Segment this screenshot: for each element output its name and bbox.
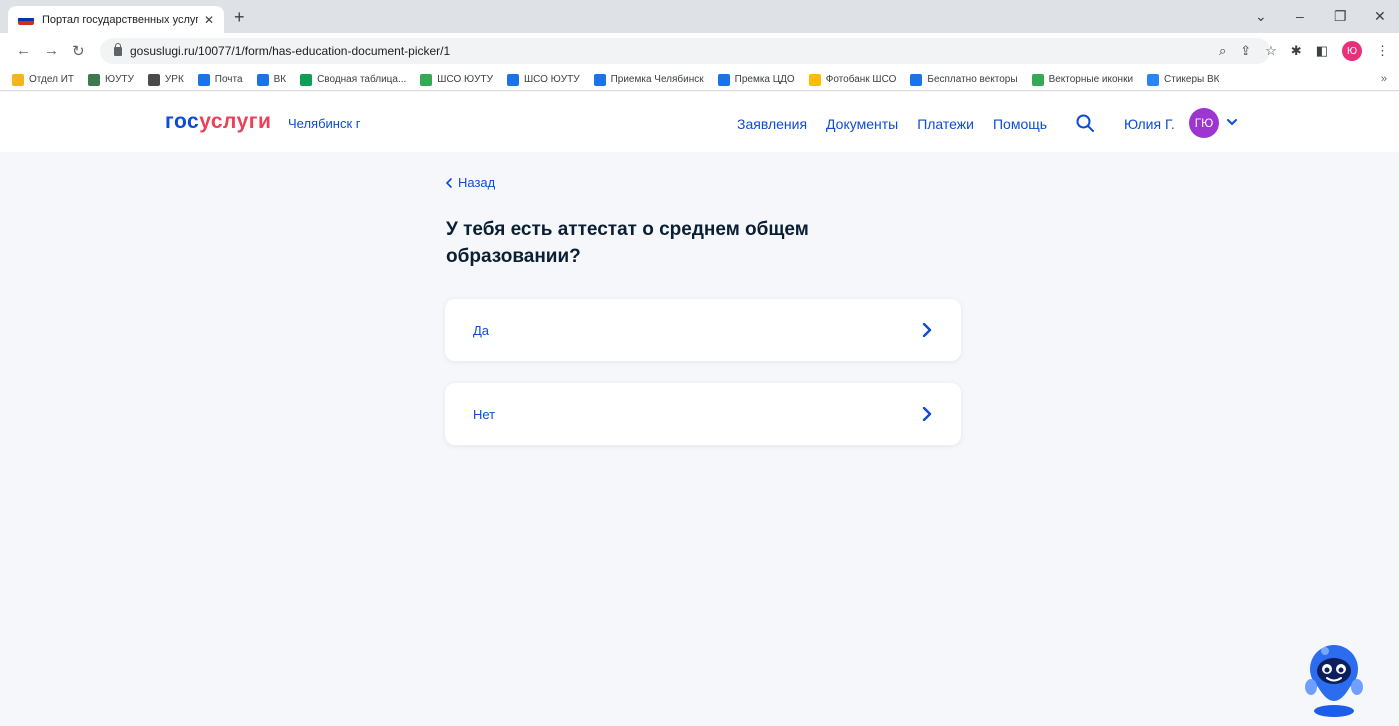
option-label: Нет: [473, 406, 496, 422]
user-avatar[interactable]: ГЮ: [1189, 108, 1219, 138]
minimize-icon[interactable]: –: [1296, 8, 1304, 24]
bookmark-icon: [197, 73, 210, 86]
forward-arrow-icon[interactable]: →: [44, 42, 59, 59]
top-nav: Заявления Документы Платежи Помощь: [737, 116, 1047, 132]
bookmark-item[interactable]: ВК: [256, 73, 287, 86]
bookmark-icon: [147, 73, 160, 86]
logo-part-2: услуги: [199, 110, 272, 133]
bookmark-label: Отдел ИТ: [29, 74, 74, 85]
restore-icon[interactable]: ❐: [1334, 8, 1347, 25]
bookmark-icon: [1031, 73, 1044, 86]
bookmark-icon: [506, 73, 519, 86]
lock-icon: [114, 42, 122, 56]
reload-icon[interactable]: ↻: [72, 42, 85, 60]
option-label: Да: [473, 322, 490, 338]
bookmark-icon: [910, 73, 923, 86]
bookmarks-overflow-icon[interactable]: »: [1381, 73, 1387, 85]
site-header: госуслуги Челябинск г Заявления Документ…: [0, 92, 1399, 152]
bookmark-icon: [717, 73, 730, 86]
nav-documents[interactable]: Документы: [826, 116, 898, 132]
address-bar[interactable]: gosuslugi.ru/10077/1/form/has-education-…: [100, 38, 1270, 64]
bookmark-label: Векторные иконки: [1048, 74, 1134, 85]
back-label: Назад: [458, 175, 496, 190]
bookmark-label: Фотобанк ШСО: [825, 74, 897, 85]
chevron-right-icon: [922, 323, 932, 337]
bookmark-item[interactable]: Сводная таблица...: [300, 73, 407, 86]
bookmark-label: Премка ЦДО: [734, 74, 795, 85]
bookmark-item[interactable]: Почта: [197, 73, 243, 86]
bookmark-item[interactable]: ШСО ЮУТУ: [420, 73, 493, 86]
search-icon[interactable]: [1076, 114, 1094, 132]
bookmark-icon: [12, 73, 24, 86]
bookmark-label: ЮУТУ: [105, 74, 134, 85]
side-panel-icon[interactable]: ◧: [1316, 43, 1328, 59]
tab-title: Портал государственных услуг: [42, 13, 198, 26]
gosuslugi-logo[interactable]: госуслуги: [165, 110, 271, 134]
bookmark-item[interactable]: Премка ЦДО: [717, 73, 795, 86]
browser-tabstrip: Портал государственных услуг ✕ + ⌄ – ❐ ✕: [0, 0, 1399, 33]
bookmark-icon: [593, 73, 606, 86]
bookmark-icon: [1147, 73, 1160, 86]
nav-help[interactable]: Помощь: [993, 116, 1047, 132]
bookmark-item[interactable]: Фотобанк ШСО: [808, 73, 897, 86]
russia-flag-icon: [18, 14, 34, 25]
nav-payments[interactable]: Платежи: [917, 116, 974, 132]
back-arrow-icon[interactable]: ←: [16, 42, 31, 59]
bookmark-icon: [808, 73, 821, 86]
bookmark-item[interactable]: Бесплатно векторы: [910, 73, 1018, 86]
close-window-icon[interactable]: ✕: [1374, 8, 1386, 25]
profile-avatar[interactable]: Ю: [1342, 41, 1362, 61]
share-icon[interactable]: ⇪: [1240, 43, 1251, 59]
chevron-down-icon[interactable]: [1226, 116, 1238, 128]
browser-toolbar: ← → ↻ gosuslugi.ru/10077/1/form/has-educ…: [0, 33, 1399, 69]
bookmark-icon: [88, 73, 100, 86]
extensions-puzzle-icon[interactable]: ✱: [1291, 43, 1302, 59]
bookmark-item[interactable]: ЮУТУ: [88, 73, 134, 86]
bookmark-item[interactable]: Приемка Челябинск: [593, 73, 704, 86]
bookmark-label: ВК: [273, 74, 287, 85]
menu-dots-icon[interactable]: ⋮: [1376, 43, 1389, 59]
extension-area: ⌕ ⇪ ☆ ✱ ◧ Ю ⋮: [1219, 41, 1389, 61]
bookmark-label: ШСО ЮУТУ: [437, 74, 493, 85]
bookmark-label: Стикеры ВК: [1164, 74, 1220, 85]
user-name[interactable]: Юлия Г.: [1124, 116, 1175, 132]
bookmark-label: ШСО ЮУТУ: [523, 74, 580, 85]
bookmarks-bar: Отдел ИТ ЮУТУ УРК Почта ВК Сводная таблица...…: [0, 69, 1399, 91]
bookmark-icon: [420, 73, 433, 86]
option-no[interactable]: Нет: [445, 383, 961, 445]
bookmark-label: Сводная таблица...: [317, 74, 407, 85]
close-tab-icon[interactable]: ✕: [204, 13, 214, 27]
bookmark-item[interactable]: Стикеры ВК: [1147, 73, 1220, 86]
logo-part-1: гос: [165, 110, 200, 133]
bookmark-item[interactable]: ШСО ЮУТУ: [506, 73, 580, 86]
new-tab-icon[interactable]: +: [234, 7, 245, 27]
back-link[interactable]: Назад: [446, 175, 495, 190]
bookmark-label: Почта: [214, 74, 243, 85]
url-text: gosuslugi.ru/10077/1/form/has-education-…: [130, 44, 451, 58]
bookmark-label: Приемка Челябинск: [610, 74, 704, 85]
bookmark-label: Бесплатно векторы: [927, 74, 1018, 85]
bookmark-item[interactable]: Отдел ИТ: [12, 73, 74, 86]
city-selector[interactable]: Челябинск г: [288, 116, 361, 131]
bookmark-label: УРК: [164, 74, 184, 85]
zoom-icon[interactable]: ⌕: [1219, 43, 1226, 59]
chevron-right-icon: [922, 407, 932, 421]
bookmark-icon: [300, 73, 313, 86]
option-yes[interactable]: Да: [445, 299, 961, 361]
bookmark-item[interactable]: Векторные иконки: [1031, 73, 1134, 86]
chevron-left-icon: [446, 177, 452, 188]
bookmark-star-icon[interactable]: ☆: [1265, 43, 1277, 59]
nav-applications[interactable]: Заявления: [737, 116, 807, 132]
page-question: У тебя есть аттестат о среднем общем обр…: [446, 219, 809, 267]
bookmark-icon: [256, 73, 269, 86]
tab-search-icon[interactable]: ⌄: [1255, 8, 1267, 25]
robot-assistant-icon[interactable]: [1303, 637, 1365, 719]
bookmark-item[interactable]: УРК: [147, 73, 184, 86]
browser-tab[interactable]: Портал государственных услуг ✕: [8, 6, 224, 33]
